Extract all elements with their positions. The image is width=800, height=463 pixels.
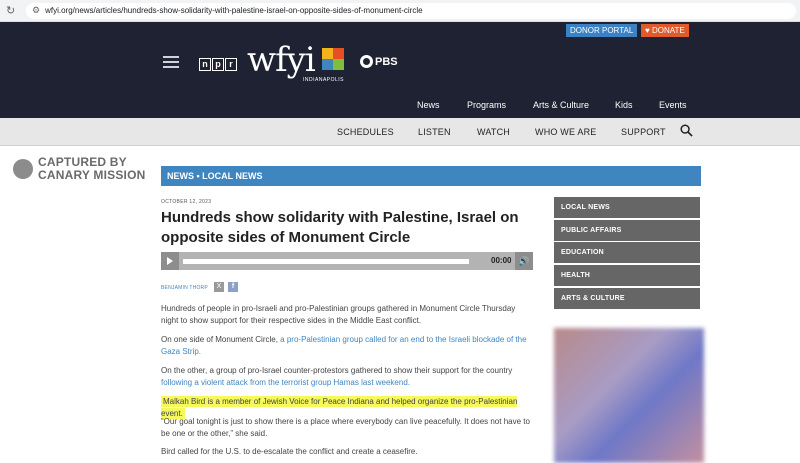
pbs-label: PBS [375, 55, 398, 68]
browser-address-bar: ↻ ⚙ wfyi.org/news/articles/hundreds-show… [0, 0, 800, 22]
reload-icon[interactable]: ↻ [6, 4, 20, 17]
nav-listen[interactable]: LISTEN [418, 127, 451, 137]
wfyi-logo-mark [322, 48, 344, 70]
hamburger-menu-icon[interactable] [163, 56, 179, 71]
section-breadcrumb[interactable]: NEWS • LOCAL NEWS [161, 166, 701, 186]
site-settings-icon[interactable]: ⚙ [32, 5, 40, 16]
play-icon[interactable] [161, 252, 179, 270]
donor-portal-button[interactable]: DONOR PORTAL [566, 24, 638, 37]
paragraph-3: On the other, a group of pro-Israel coun… [161, 365, 531, 389]
nav-events[interactable]: Events [659, 100, 687, 110]
nav-programs[interactable]: Programs [467, 100, 506, 110]
paragraph-6: Bird called for the U.S. to de-escalate … [161, 447, 418, 456]
url-text: wfyi.org/news/articles/hundreds-show-sol… [45, 6, 423, 15]
nav-news[interactable]: News [417, 100, 440, 110]
search-icon[interactable] [680, 124, 693, 137]
canary-mission-badge: CAPTURED BY CANARY MISSION [13, 156, 145, 182]
wfyi-logo[interactable]: wfyi [247, 40, 316, 80]
canary-line2: CANARY MISSION [38, 168, 146, 182]
audio-progress-track[interactable] [183, 259, 469, 264]
volume-icon[interactable]: 🔊 [515, 252, 533, 270]
audio-player: 00:00 🔊 [161, 252, 533, 270]
article-date: OCTOBER 12, 2023 [161, 199, 212, 205]
sidebar-item-health[interactable]: HEALTH [554, 265, 700, 287]
nav-kids[interactable]: Kids [615, 100, 633, 110]
npr-letter-p: p [212, 58, 224, 71]
sidebar-menu: LOCAL NEWS PUBLIC AFFAIRS EDUCATION HEAL… [554, 197, 700, 310]
nav-support[interactable]: SUPPORT [621, 127, 666, 137]
donate-button[interactable]: ♥ DONATE [641, 24, 689, 37]
paragraph-2-text: On one side of Monument Circle, [161, 335, 281, 344]
sidebar-item-education[interactable]: EDUCATION [554, 242, 700, 264]
npr-letter-n: n [199, 58, 211, 71]
nav-arts-culture[interactable]: Arts & Culture [533, 100, 589, 110]
pbs-logo[interactable]: PBS [360, 55, 398, 68]
blurred-advertisement[interactable] [554, 328, 704, 463]
paragraph-3-link[interactable]: following a violent attack from the terr… [161, 378, 410, 387]
site-header: DONOR PORTAL ♥ DONATE n p r wfyi INDIANA… [0, 22, 800, 118]
pbs-head-icon [360, 55, 373, 68]
heart-icon: ♥ [645, 26, 652, 35]
canary-bird-icon [13, 159, 33, 179]
audio-time: 00:00 [491, 256, 512, 265]
npr-letter-r: r [225, 58, 237, 71]
share-facebook-icon[interactable]: f [228, 282, 238, 292]
url-field[interactable]: ⚙ wfyi.org/news/articles/hundreds-show-s… [26, 2, 796, 19]
paragraph-1: Hundreds of people in pro-Israeli and pr… [161, 304, 516, 325]
nav-watch[interactable]: WATCH [477, 127, 510, 137]
paragraph-3-text: On the other, a group of pro-Israel coun… [161, 366, 513, 375]
nav-who-we-are[interactable]: WHO WE ARE [535, 127, 597, 137]
share-x-icon[interactable]: X [214, 282, 224, 292]
article-author[interactable]: BENJAMIN THORP [161, 285, 208, 291]
paragraph-5: “Our goal tonight is just to show there … [161, 417, 530, 438]
donate-label: DONATE [651, 26, 685, 35]
secondary-nav: SCHEDULES LISTEN WATCH WHO WE ARE SUPPOR… [0, 118, 800, 146]
sidebar-item-arts-culture[interactable]: ARTS & CULTURE [554, 287, 700, 309]
paragraph-2: On one side of Monument Circle, a pro-Pa… [161, 334, 531, 358]
sidebar-item-local-news[interactable]: LOCAL NEWS [554, 197, 700, 218]
wfyi-logo-subtitle: INDIANAPOLIS [303, 77, 345, 83]
article-title: Hundreds show solidarity with Palestine,… [161, 209, 519, 246]
npr-logo[interactable]: n p r [199, 58, 238, 71]
sidebar-item-public-affairs[interactable]: PUBLIC AFFAIRS [554, 219, 700, 241]
nav-schedules[interactable]: SCHEDULES [337, 127, 394, 137]
